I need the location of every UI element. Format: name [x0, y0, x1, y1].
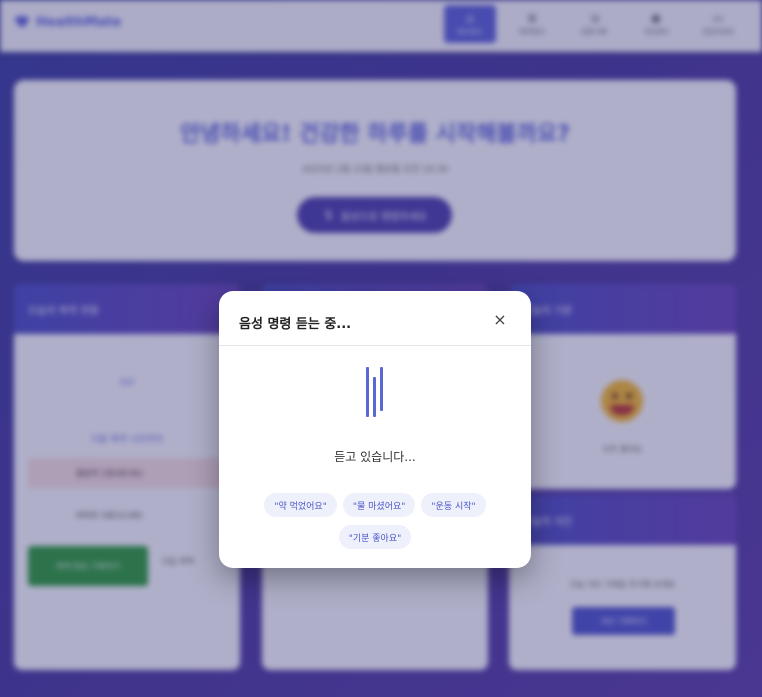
wave-bar: [366, 367, 369, 417]
dialog-header: 음성 명령 듣는 중... ×: [219, 291, 531, 346]
suggestion-chip[interactable]: "물 마셨어요": [342, 493, 416, 517]
sound-wave-icon: [366, 367, 386, 417]
dialog-title: 음성 명령 듣는 중...: [239, 317, 352, 332]
suggestion-chip[interactable]: "운동 시작": [421, 493, 486, 517]
listening-status: 듣고 있습니다...: [334, 450, 416, 464]
wave-bar: [380, 367, 383, 411]
wave-bar: [373, 377, 376, 417]
suggestion-chip[interactable]: "약 먹었어요": [264, 493, 337, 517]
close-icon[interactable]: ×: [491, 311, 509, 329]
voice-command-dialog: 음성 명령 듣는 중... × 듣고 있습니다... "약 먹었어요" "물 마…: [219, 291, 531, 568]
suggestion-chips: "약 먹었어요" "물 마셨어요" "운동 시작" "기분 좋아요": [259, 493, 491, 549]
suggestion-chip[interactable]: "기분 좋아요": [338, 525, 412, 549]
